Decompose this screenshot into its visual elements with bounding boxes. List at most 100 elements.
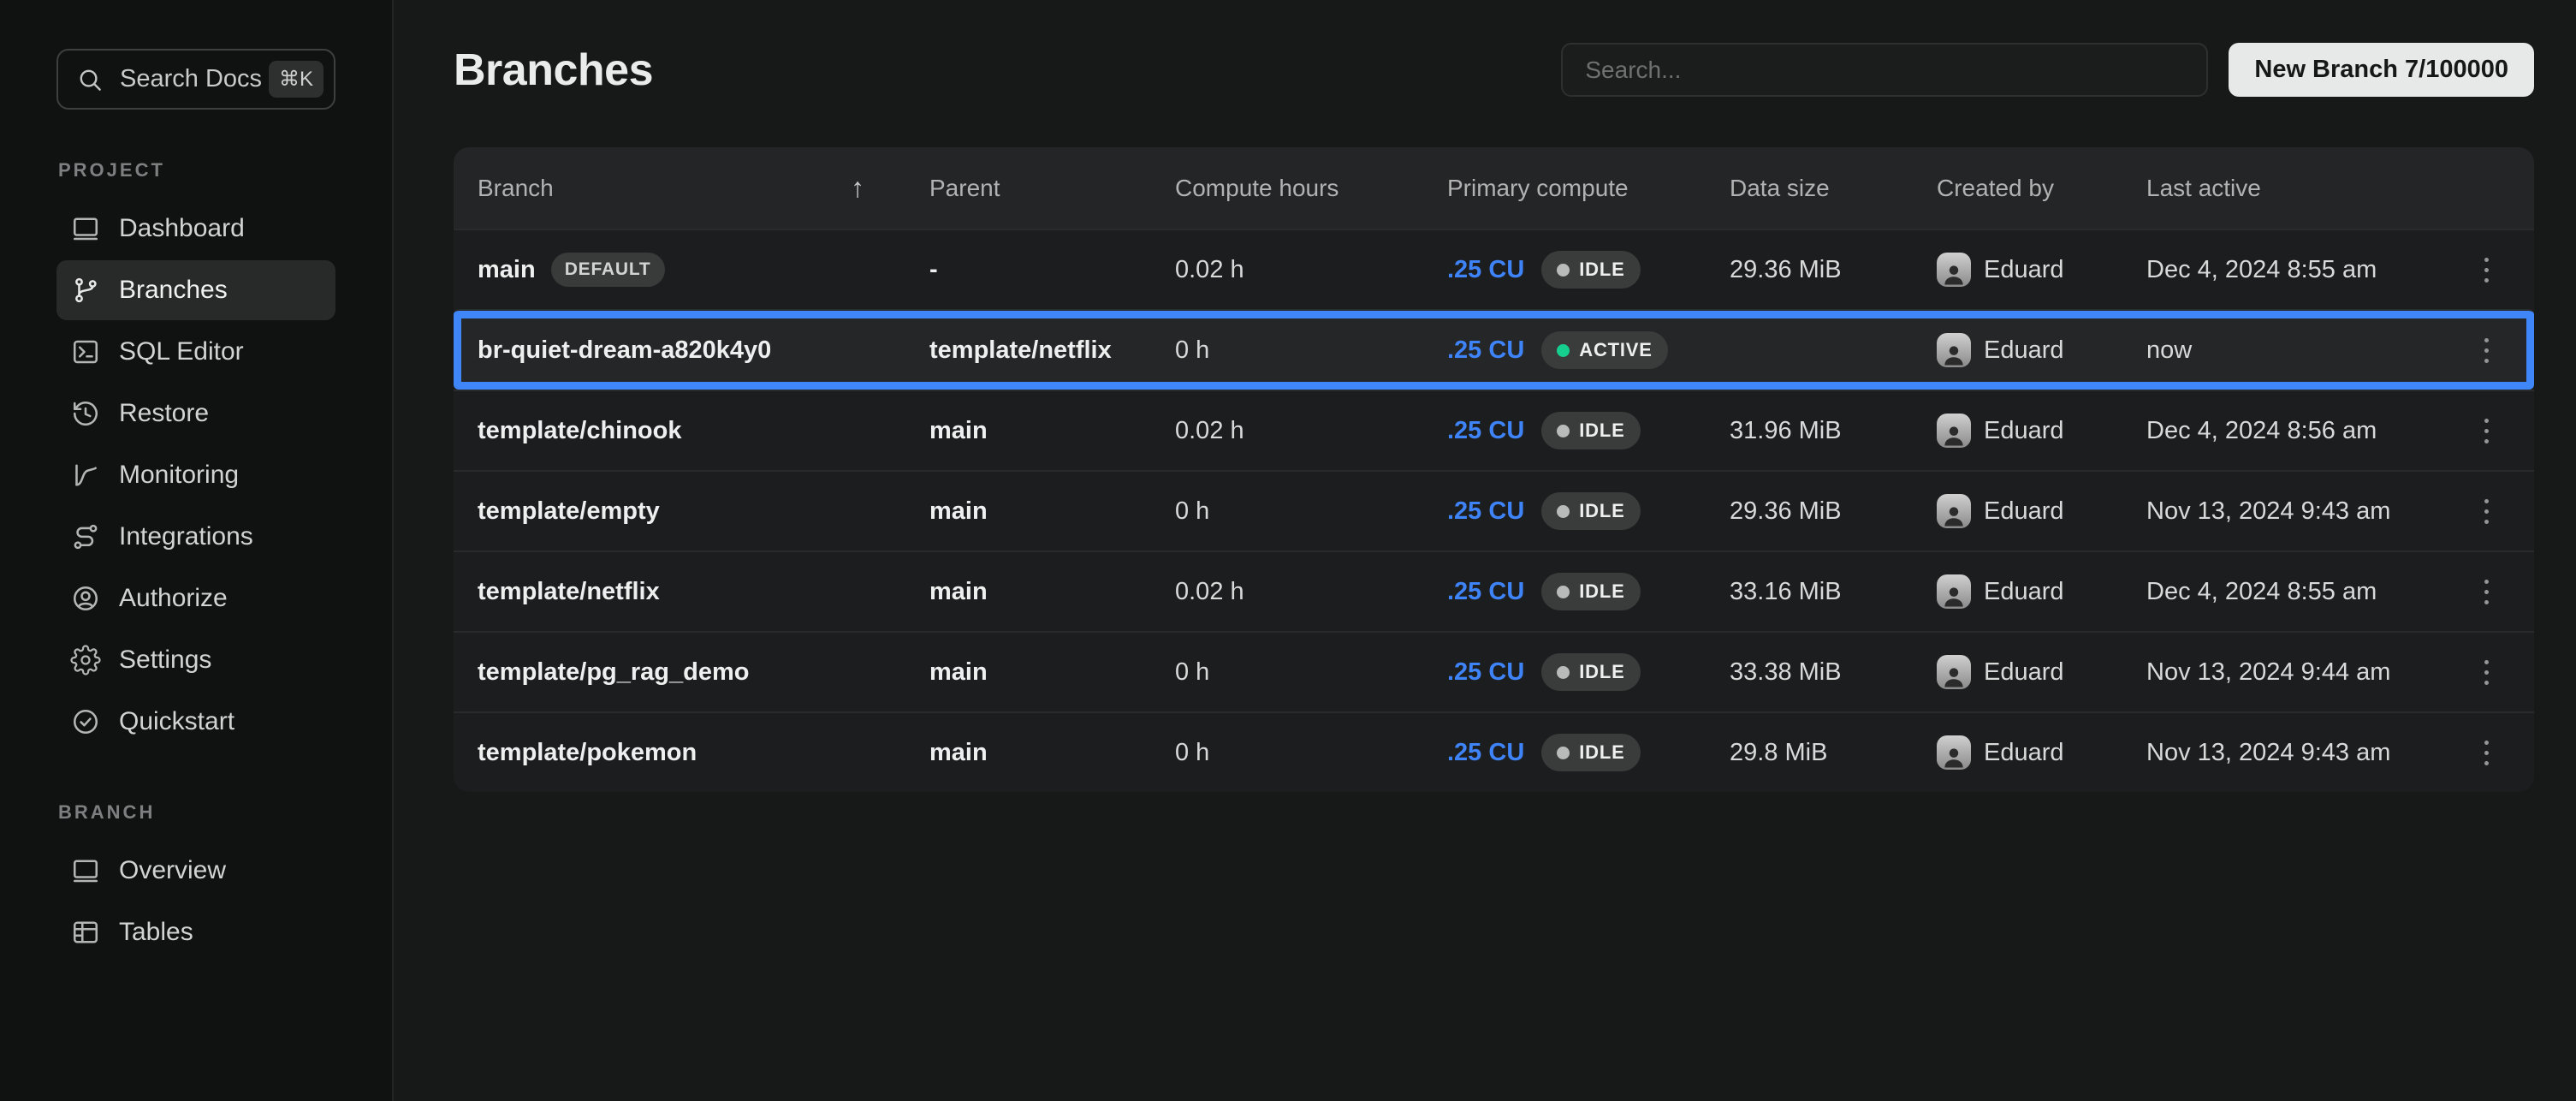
search-docs-label: Search Docs bbox=[120, 65, 262, 93]
sidebar-item-branches[interactable]: Branches bbox=[56, 260, 335, 320]
sidebar-item-label: Restore bbox=[119, 399, 209, 428]
sql-editor-icon bbox=[70, 336, 101, 367]
row-menu-button[interactable] bbox=[2465, 405, 2508, 456]
row-menu-button[interactable] bbox=[2465, 727, 2508, 778]
sidebar-item-integrations[interactable]: Integrations bbox=[56, 507, 335, 567]
avatar bbox=[1937, 574, 1971, 609]
table-row-template-chinook[interactable]: template/chinook main 0.02 h .25 CUIDLE … bbox=[454, 390, 2534, 470]
integrations-icon bbox=[70, 521, 101, 552]
sidebar-item-restore[interactable]: Restore bbox=[56, 384, 335, 443]
row-menu-button[interactable] bbox=[2465, 244, 2508, 295]
status-badge: IDLE bbox=[1541, 412, 1640, 449]
sidebar-item-monitoring[interactable]: Monitoring bbox=[56, 445, 335, 505]
sidebar-item-settings[interactable]: Settings bbox=[56, 630, 335, 690]
avatar bbox=[1937, 494, 1971, 528]
column-header-primary-compute[interactable]: Primary compute bbox=[1423, 175, 1706, 202]
main-content: Branches New Branch 7/100000 Branch ↑ Pa… bbox=[394, 0, 2576, 1101]
sidebar-item-label: Overview bbox=[119, 856, 226, 885]
sidebar-item-label: Dashboard bbox=[119, 214, 245, 243]
row-menu-button[interactable] bbox=[2465, 485, 2508, 537]
idle-dot-icon bbox=[1557, 586, 1570, 598]
status-badge: IDLE bbox=[1541, 492, 1640, 530]
page-header: Branches New Branch 7/100000 bbox=[454, 43, 2534, 97]
table-row-template-pg-rag-demo[interactable]: template/pg_rag_demo main 0 h .25 CUIDLE… bbox=[454, 631, 2534, 711]
column-header-created-by[interactable]: Created by bbox=[1913, 175, 2122, 202]
table-row-main[interactable]: mainDEFAULT - 0.02 h .25 CUIDLE 29.36 Mi… bbox=[454, 229, 2534, 309]
search-docs-button[interactable]: Search Docs ⌘K bbox=[56, 49, 335, 110]
table-row-template-empty[interactable]: template/empty main 0 h .25 CUIDLE 29.36… bbox=[454, 470, 2534, 550]
sidebar-item-label: Tables bbox=[119, 918, 193, 947]
search-icon bbox=[75, 65, 104, 94]
branches-icon bbox=[70, 275, 101, 306]
sidebar: Search Docs ⌘K PROJECT Dashboard Branche… bbox=[0, 0, 394, 1101]
branch-search-input[interactable] bbox=[1561, 43, 2208, 97]
status-badge: IDLE bbox=[1541, 734, 1640, 771]
default-badge: DEFAULT bbox=[551, 253, 665, 287]
idle-dot-icon bbox=[1557, 425, 1570, 437]
sidebar-item-dashboard[interactable]: Dashboard bbox=[56, 199, 335, 259]
overview-icon bbox=[70, 855, 101, 886]
column-header-branch[interactable]: Branch ↑ bbox=[454, 172, 905, 204]
avatar bbox=[1937, 735, 1971, 770]
column-header-data-size[interactable]: Data size bbox=[1706, 175, 1913, 202]
app-window: Search Docs ⌘K PROJECT Dashboard Branche… bbox=[0, 0, 2576, 1101]
compute-size-link[interactable]: .25 CU bbox=[1447, 256, 1524, 284]
table-header-row: Branch ↑ Parent Compute hours Primary co… bbox=[454, 147, 2534, 229]
idle-dot-icon bbox=[1557, 666, 1570, 679]
new-branch-button[interactable]: New Branch 7/100000 bbox=[2229, 43, 2534, 97]
column-header-last-active[interactable]: Last active bbox=[2122, 175, 2465, 202]
authorize-icon bbox=[70, 583, 101, 614]
branches-table: Branch ↑ Parent Compute hours Primary co… bbox=[454, 147, 2534, 792]
compute-size-link[interactable]: .25 CU bbox=[1447, 578, 1524, 606]
table-row-br-quiet-dream[interactable]: br-quiet-dream-a820k4y0 template/netflix… bbox=[454, 309, 2534, 390]
active-dot-icon bbox=[1557, 344, 1570, 357]
project-nav: Dashboard Branches SQL Editor Restore Mo… bbox=[56, 199, 335, 752]
avatar bbox=[1937, 253, 1971, 287]
sort-ascending-icon[interactable]: ↑ bbox=[851, 172, 864, 204]
sidebar-section-project: PROJECT bbox=[58, 159, 392, 182]
sidebar-item-sql-editor[interactable]: SQL Editor bbox=[56, 322, 335, 382]
sidebar-item-authorize[interactable]: Authorize bbox=[56, 568, 335, 628]
sidebar-item-label: SQL Editor bbox=[119, 337, 244, 366]
status-badge: ACTIVE bbox=[1541, 331, 1667, 369]
sidebar-item-tables[interactable]: Tables bbox=[56, 902, 335, 962]
monitoring-icon bbox=[70, 460, 101, 491]
page-title: Branches bbox=[454, 45, 653, 96]
sidebar-item-label: Integrations bbox=[119, 522, 253, 551]
column-header-compute-hours[interactable]: Compute hours bbox=[1151, 175, 1423, 202]
sidebar-section-branch: BRANCH bbox=[58, 801, 392, 824]
compute-size-link[interactable]: .25 CU bbox=[1447, 739, 1524, 767]
status-badge: IDLE bbox=[1541, 573, 1640, 610]
sidebar-item-label: Authorize bbox=[119, 584, 228, 613]
keyboard-shortcut-badge: ⌘K bbox=[269, 61, 323, 98]
row-menu-button[interactable] bbox=[2465, 566, 2508, 617]
status-badge: IDLE bbox=[1541, 653, 1640, 691]
table-row-template-pokemon[interactable]: template/pokemon main 0 h .25 CUIDLE 29.… bbox=[454, 711, 2534, 792]
sidebar-item-label: Quickstart bbox=[119, 707, 234, 736]
compute-size-link[interactable]: .25 CU bbox=[1447, 417, 1524, 445]
row-menu-button[interactable] bbox=[2465, 324, 2508, 376]
settings-icon bbox=[70, 645, 101, 675]
sidebar-item-quickstart[interactable]: Quickstart bbox=[56, 692, 335, 752]
avatar bbox=[1937, 333, 1971, 367]
branch-nav: Overview Tables bbox=[56, 841, 335, 962]
idle-dot-icon bbox=[1557, 264, 1570, 277]
compute-size-link[interactable]: .25 CU bbox=[1447, 658, 1524, 687]
table-row-template-netflix[interactable]: template/netflix main 0.02 h .25 CUIDLE … bbox=[454, 550, 2534, 631]
dashboard-icon bbox=[70, 213, 101, 244]
quickstart-icon bbox=[70, 706, 101, 737]
idle-dot-icon bbox=[1557, 505, 1570, 518]
status-badge: IDLE bbox=[1541, 251, 1640, 289]
column-header-parent[interactable]: Parent bbox=[905, 175, 1151, 202]
compute-size-link[interactable]: .25 CU bbox=[1447, 336, 1524, 365]
idle-dot-icon bbox=[1557, 747, 1570, 759]
sidebar-item-label: Branches bbox=[119, 276, 228, 305]
restore-icon bbox=[70, 398, 101, 429]
sidebar-item-label: Settings bbox=[119, 646, 211, 675]
sidebar-item-overview[interactable]: Overview bbox=[56, 841, 335, 901]
row-menu-button[interactable] bbox=[2465, 646, 2508, 698]
header-controls: New Branch 7/100000 bbox=[1561, 43, 2534, 97]
sidebar-item-label: Monitoring bbox=[119, 461, 239, 490]
avatar bbox=[1937, 655, 1971, 689]
compute-size-link[interactable]: .25 CU bbox=[1447, 497, 1524, 526]
